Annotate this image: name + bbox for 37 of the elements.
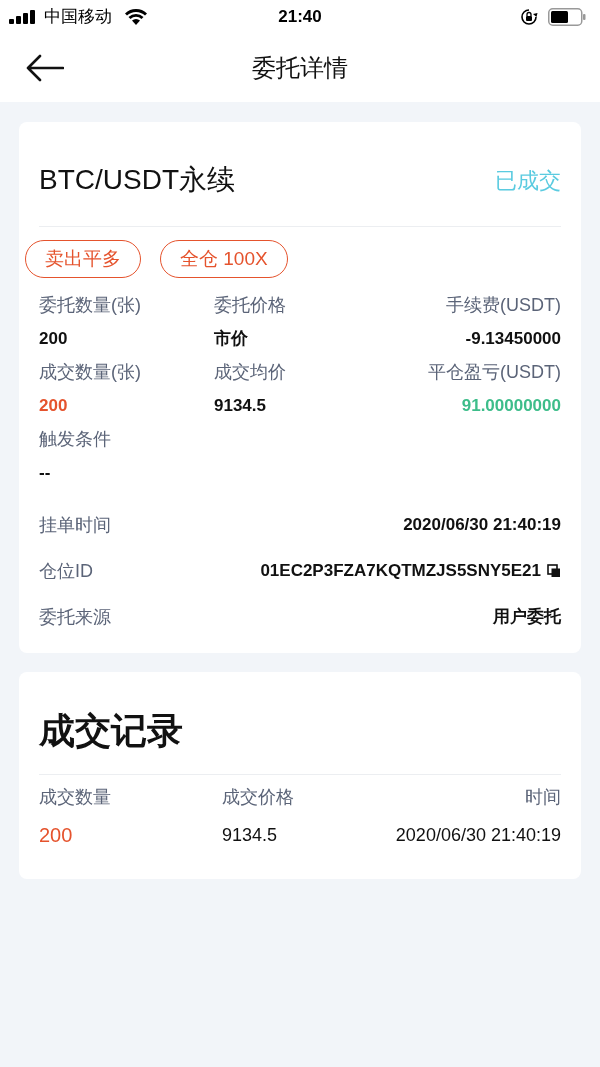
field-value: 9134.5 [214,395,266,417]
field-value: -- [39,462,51,484]
field-label: 手续费(USDT) [446,294,561,317]
contract-name: BTC/USDT永续 [39,163,235,197]
field-value: -9.13450000 [465,328,561,350]
field-value: 200 [39,395,68,417]
detail-label: 仓位ID [39,559,93,583]
field-label: 触发条件 [39,428,111,451]
detail-label: 挂单时间 [39,513,111,537]
copy-icon[interactable] [547,564,561,578]
battery-icon [548,8,586,26]
column-header: 时间 [524,786,561,809]
section-title: 成交记录 [39,708,561,775]
carrier-name: 中国移动 [44,6,112,29]
detail-value: 2020/06/30 21:40:19 [403,514,561,537]
detail-label: 委托来源 [39,605,111,629]
page-title: 委托详情 [252,53,348,83]
field-value: 91.00000000 [461,395,561,417]
field-label: 成交均价 [214,361,286,384]
table-cell-text: 2020/06/30 21:40:19 [395,824,561,847]
detail-value: 01EC2P3FZA7KQTMZJS5SNY5E21 [260,560,541,583]
field-label: 委托数量(张) [39,294,141,317]
table-cell-text: 9134.5 [222,824,279,847]
rotation-lock-icon [520,8,538,26]
table-cell-text: 200 [39,823,74,848]
order-status: 已成交 [495,166,561,195]
field-value: 200 [39,328,68,350]
column-header: 成交价格 [222,786,295,809]
wifi-icon [125,9,147,25]
clock: 21:40 [278,6,322,29]
column-header: 成交数量 [39,786,112,809]
field-label: 平仓盈亏(USDT) [428,361,561,384]
field-value: 市价 [214,328,248,350]
back-button[interactable] [26,53,66,83]
field-label: 成交数量(张) [39,361,141,384]
field-label: 委托价格 [214,294,286,317]
detail-value: 用户委托 [493,606,561,629]
